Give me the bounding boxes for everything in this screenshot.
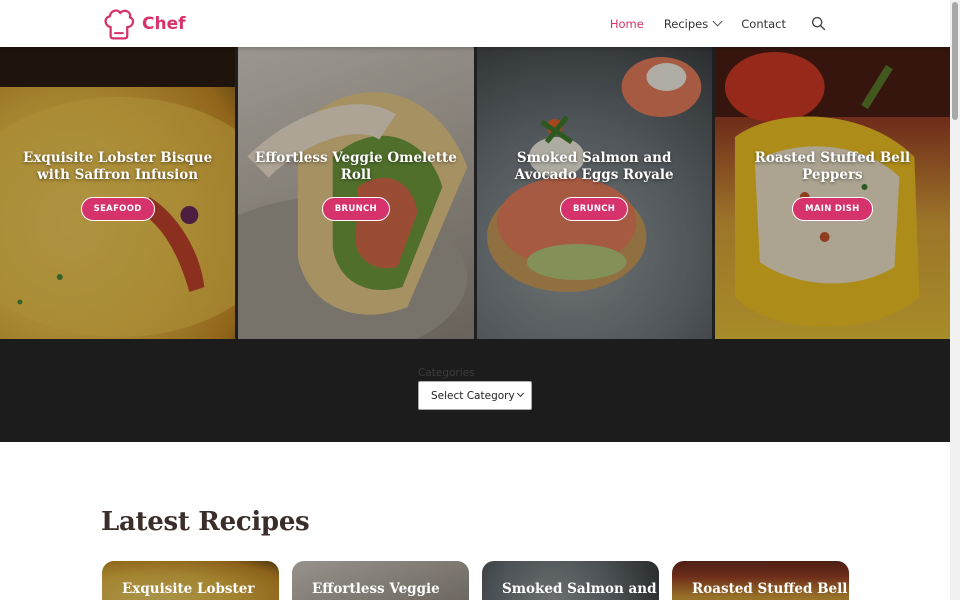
chef-hat-icon <box>104 9 135 40</box>
recipe-card[interactable]: Smoked Salmon and <box>482 561 659 600</box>
featured-card[interactable]: Roasted Stuffed Bell Peppers MAIN DISH <box>714 47 950 339</box>
chevron-down-icon <box>712 16 723 27</box>
categories-label: Categories <box>418 367 475 379</box>
nav-home-label: Home <box>609 16 644 31</box>
category-badge[interactable]: BRUNCH <box>321 197 390 221</box>
recipe-card[interactable]: Exquisite Lobster <box>102 561 279 600</box>
recipe-card-title[interactable]: Roasted Stuffed Bell <box>692 581 847 597</box>
site-header: Chef Home Recipes Contact <box>0 0 950 47</box>
brand-name: Chef <box>142 13 186 34</box>
category-badge[interactable]: BRUNCH <box>560 197 629 221</box>
chevron-down-icon <box>516 389 525 398</box>
featured-card[interactable]: Smoked Salmon and Avocado Eggs Royale BR… <box>476 47 712 339</box>
search-icon <box>811 16 826 30</box>
category-select[interactable]: Select Category <box>418 381 532 410</box>
featured-card-title[interactable]: Smoked Salmon and Avocado Eggs Royale <box>477 150 712 184</box>
latest-recipes-list: Exquisite Lobster Effortless Veggie Smok… <box>102 561 849 600</box>
category-badge[interactable]: MAIN DISH <box>792 197 873 221</box>
page: Chef Home Recipes Contact Exquisite Lobs… <box>0 0 950 600</box>
nav-contact-label: Contact <box>741 16 786 31</box>
featured-card[interactable]: Exquisite Lobster Bisque with Saffron In… <box>0 47 236 339</box>
featured-card-title[interactable]: Roasted Stuffed Bell Peppers <box>715 150 950 184</box>
nav-recipes[interactable]: Recipes <box>654 17 731 31</box>
page-scrollbar[interactable] <box>950 0 960 600</box>
nav-home[interactable]: Home <box>600 17 654 31</box>
nav-contact[interactable]: Contact <box>731 17 796 31</box>
category-select-value: Select Category <box>431 389 515 402</box>
featured-card-title[interactable]: Effortless Veggie Omelette Roll <box>238 150 473 184</box>
recipe-card-title[interactable]: Exquisite Lobster <box>122 581 254 597</box>
latest-recipes-heading: Latest Recipes <box>101 507 310 537</box>
featured-recipes: Exquisite Lobster Bisque with Saffron In… <box>0 47 950 339</box>
featured-card-title[interactable]: Exquisite Lobster Bisque with Saffron In… <box>0 150 235 184</box>
featured-card[interactable]: Effortless Veggie Omelette Roll BRUNCH <box>238 47 474 339</box>
recipe-card-title[interactable]: Effortless Veggie <box>312 581 440 597</box>
main-nav: Home Recipes Contact <box>600 0 840 47</box>
recipe-card-title[interactable]: Smoked Salmon and <box>502 581 657 597</box>
site-logo[interactable]: Chef <box>101 6 186 41</box>
category-badge[interactable]: SEAFOOD <box>80 197 155 221</box>
categories-section: Categories Select Category <box>0 339 950 442</box>
scrollbar-thumb[interactable] <box>952 2 958 120</box>
nav-recipes-label: Recipes <box>663 16 709 31</box>
recipe-card[interactable]: Roasted Stuffed Bell <box>672 561 849 600</box>
recipe-card[interactable]: Effortless Veggie <box>292 561 469 600</box>
search-button[interactable] <box>796 13 840 35</box>
